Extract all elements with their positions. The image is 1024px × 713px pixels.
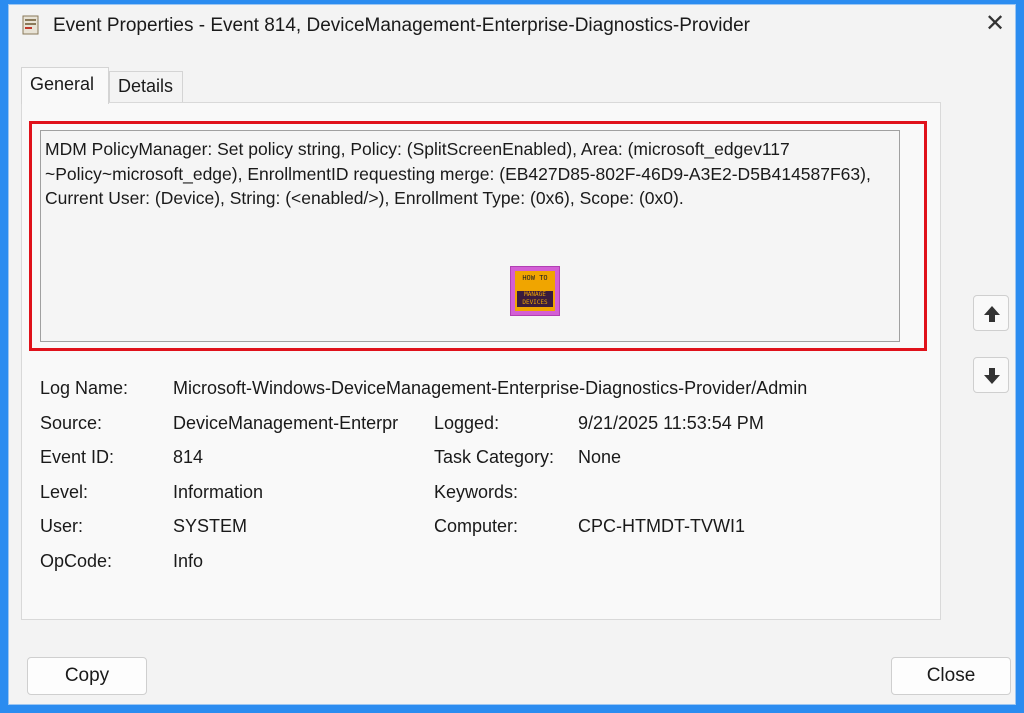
event-properties-window: Event Properties - Event 814, DeviceMana… xyxy=(8,4,1016,705)
arrow-down-icon xyxy=(984,368,1000,384)
opcode-label: OpCode: xyxy=(40,551,113,571)
arrow-up-icon xyxy=(984,306,1000,322)
tab-details[interactable]: Details xyxy=(109,71,183,103)
title-bar: Event Properties - Event 814, DeviceMana… xyxy=(9,5,1015,45)
watermark-logo: HOW TO MANAGE DEVICES xyxy=(510,266,560,316)
level-value[interactable]: Information xyxy=(173,482,263,503)
computer-label: Computer: xyxy=(434,516,519,536)
next-event-button[interactable] xyxy=(973,357,1009,393)
user-value[interactable]: SYSTEM xyxy=(173,516,247,537)
event-id-label: Event ID: xyxy=(40,447,115,467)
event-id-value[interactable]: 814 xyxy=(173,447,203,468)
event-viewer-icon xyxy=(21,15,41,35)
logo-text-top: HOW TO xyxy=(522,274,548,282)
event-description[interactable]: MDM PolicyManager: Set policy string, Po… xyxy=(40,130,900,342)
keywords-label: Keywords: xyxy=(434,482,519,502)
log-name-value[interactable]: Microsoft-Windows-DeviceManagement-Enter… xyxy=(173,378,807,399)
tab-general[interactable]: General xyxy=(21,67,109,104)
previous-event-button[interactable] xyxy=(973,295,1009,331)
opcode-value[interactable]: Info xyxy=(173,551,203,572)
logo-text-bottom: MANAGE DEVICES xyxy=(517,291,553,307)
computer-value[interactable]: CPC-HTMDT-TVWI1 xyxy=(578,516,745,537)
copy-button[interactable]: Copy xyxy=(27,657,147,695)
highlight-frame: MDM PolicyManager: Set policy string, Po… xyxy=(29,121,927,351)
log-name-label: Log Name: xyxy=(40,378,129,398)
close-icon[interactable]: ✕ xyxy=(979,9,1011,39)
level-label: Level: xyxy=(40,482,89,502)
source-label: Source: xyxy=(40,413,103,433)
window-title: Event Properties - Event 814, DeviceMana… xyxy=(53,15,750,36)
logged-value[interactable]: 9/21/2025 11:53:54 PM xyxy=(578,413,764,434)
task-category-label: Task Category: xyxy=(434,447,555,467)
user-label: User: xyxy=(40,516,84,536)
logged-label: Logged: xyxy=(434,413,500,433)
close-button[interactable]: Close xyxy=(891,657,1011,695)
source-value[interactable]: DeviceManagement-Enterpr xyxy=(173,413,398,434)
task-category-value[interactable]: None xyxy=(578,447,621,468)
